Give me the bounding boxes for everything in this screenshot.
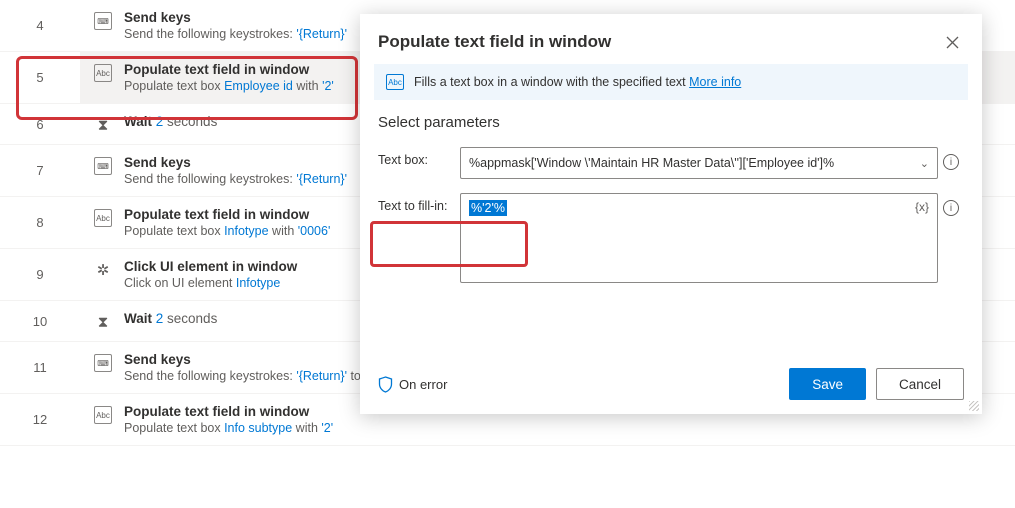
step-number: 9	[0, 249, 80, 300]
step-number: 4	[0, 0, 80, 51]
step-description: Send the following keystrokes: '{Return}…	[124, 172, 347, 186]
abc-icon: Abc	[386, 74, 404, 90]
info-strip: Abc Fills a text box in a window with th…	[374, 64, 968, 100]
keyboard-icon: ⌨	[94, 12, 112, 30]
step-title: Click UI element in window	[124, 259, 297, 274]
step-description: Send the following keystrokes: '{Return}…	[124, 27, 347, 41]
param-fillin-row: Text to fill-in: %'2'% {x} i	[378, 193, 964, 283]
cancel-button[interactable]: Cancel	[876, 368, 964, 400]
info-icon: i	[943, 200, 959, 216]
hourglass-icon: ⧗	[94, 116, 112, 134]
on-error-label: On error	[399, 377, 447, 392]
textbox-label: Text box:	[378, 147, 460, 167]
step-title: Populate text field in window	[124, 207, 330, 222]
step-description: Populate text box Info subtype with '2'	[124, 421, 333, 435]
step-title: Wait 2 seconds	[124, 311, 217, 326]
panel-footer: On error Save Cancel	[360, 358, 982, 414]
close-icon	[946, 36, 959, 49]
step-description: Click on UI element Infotype	[124, 276, 297, 290]
step-text: Populate text field in window Populate te…	[124, 207, 330, 238]
keyboard-icon: ⌨	[94, 157, 112, 175]
resize-grip[interactable]	[969, 401, 979, 411]
panel-title: Populate text field in window	[378, 32, 611, 52]
step-text: Populate text field in window Populate te…	[124, 404, 333, 435]
textbox-select[interactable]: %appmask['Window \'Maintain HR Master Da…	[460, 147, 938, 179]
step-number: 12	[0, 394, 80, 445]
step-text: Send keys Send the following keystrokes: …	[124, 155, 347, 186]
fillin-info[interactable]: i	[938, 193, 964, 216]
step-description: Populate text box Infotype with '0006'	[124, 224, 330, 238]
step-text: Send keys Send the following keystrokes: …	[124, 10, 347, 41]
abc-icon: Abc	[94, 209, 112, 227]
step-text: Wait 2 seconds	[124, 114, 217, 129]
button-group: Save Cancel	[789, 368, 964, 400]
step-description: Populate text box Employee id with '2'	[124, 79, 334, 93]
step-number: 10	[0, 301, 80, 341]
abc-icon: Abc	[94, 406, 112, 424]
textbox-info[interactable]: i	[938, 147, 964, 170]
close-button[interactable]	[940, 30, 964, 54]
hourglass-icon: ⧗	[94, 313, 112, 331]
step-number: 6	[0, 104, 80, 144]
step-text: Populate text field in window Populate te…	[124, 62, 334, 93]
action-config-panel: Populate text field in window Abc Fills …	[360, 14, 982, 414]
step-text: Click UI element in window Click on UI el…	[124, 259, 297, 290]
params-title: Select parameters	[378, 114, 964, 131]
click-icon: ✲	[94, 261, 112, 279]
info-icon: i	[943, 154, 959, 170]
info-text: Fills a text box in a window with the sp…	[414, 75, 741, 89]
step-title: Send keys	[124, 10, 347, 25]
abc-icon: Abc	[94, 64, 112, 82]
chevron-down-icon: ⌄	[920, 157, 929, 170]
variable-picker[interactable]: {x}	[915, 200, 929, 214]
step-number: 7	[0, 145, 80, 196]
param-textbox-row: Text box: %appmask['Window \'Maintain HR…	[378, 147, 964, 179]
save-button[interactable]: Save	[789, 368, 866, 400]
fillin-value: %'2'%	[469, 200, 507, 216]
params-section: Select parameters Text box: %appmask['Wi…	[360, 114, 982, 358]
step-title: Populate text field in window	[124, 404, 333, 419]
step-title: Send keys	[124, 155, 347, 170]
step-number: 11	[0, 342, 80, 393]
textbox-value: %appmask['Window \'Maintain HR Master Da…	[469, 156, 834, 170]
step-number: 5	[0, 52, 80, 103]
more-info-link[interactable]: More info	[689, 75, 741, 89]
fillin-label: Text to fill-in:	[378, 193, 460, 213]
step-title: Wait 2 seconds	[124, 114, 217, 129]
panel-header: Populate text field in window	[360, 14, 982, 64]
fillin-textarea[interactable]: %'2'% {x}	[460, 193, 938, 283]
keyboard-icon: ⌨	[94, 354, 112, 372]
step-number: 8	[0, 197, 80, 248]
step-text: Wait 2 seconds	[124, 311, 217, 326]
step-title: Populate text field in window	[124, 62, 334, 77]
shield-icon	[378, 376, 393, 393]
on-error-toggle[interactable]: On error	[378, 376, 447, 393]
